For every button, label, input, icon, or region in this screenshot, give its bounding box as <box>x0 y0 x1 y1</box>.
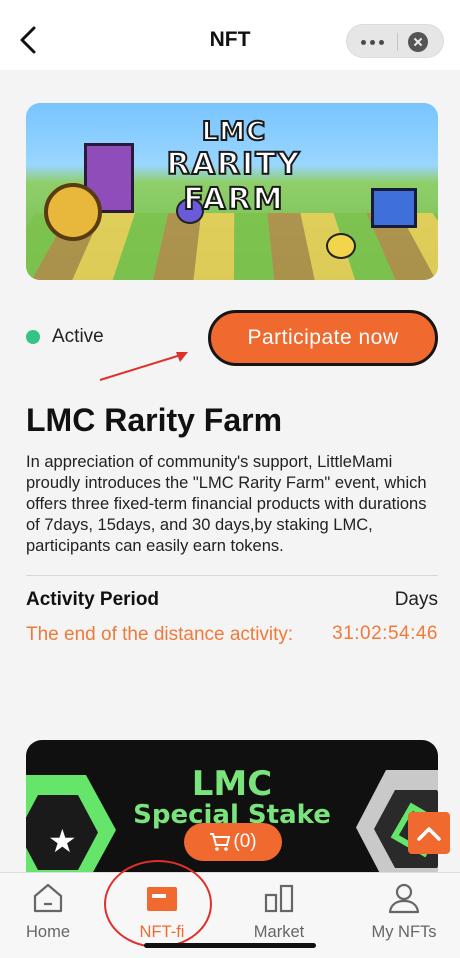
annotation-arrow-icon <box>99 352 188 381</box>
banner-logo: LMC RARITY FARM <box>166 116 302 218</box>
countdown-value: 31:02:54:46 <box>332 623 438 644</box>
countdown-label: The end of the distance activity: <box>26 624 294 645</box>
status-indicator: Active <box>26 326 104 348</box>
tab-my-nfts[interactable]: My NFTs <box>354 881 454 951</box>
activity-period-unit: Days <box>394 589 438 610</box>
market-icon <box>264 884 294 913</box>
divider <box>26 575 438 576</box>
more-icon[interactable] <box>347 25 397 59</box>
header-bar: NFT <box>0 0 460 70</box>
chevron-up-icon <box>417 827 441 841</box>
capsule-divider <box>397 33 398 51</box>
home-icon <box>33 883 63 913</box>
tab-market-label: Market <box>253 923 305 941</box>
scroll-to-top-button[interactable] <box>408 812 450 854</box>
annotation-circle <box>104 860 212 948</box>
banner-machine <box>371 188 417 228</box>
tab-home-label: Home <box>25 923 70 941</box>
mini-program-capsule <box>346 24 444 58</box>
tab-market[interactable]: Market <box>229 881 329 951</box>
close-icon[interactable] <box>408 32 428 52</box>
cart-button[interactable]: (0) <box>184 823 282 861</box>
event-description: In appreciation of community's support, … <box>26 453 427 555</box>
tab-my-nfts-label: My NFTs <box>371 923 437 941</box>
card-title: LMC <box>191 764 273 804</box>
banner-character <box>326 233 356 259</box>
user-icon <box>388 883 420 914</box>
tab-home[interactable]: Home <box>0 881 98 951</box>
banner-coin <box>44 183 102 241</box>
status-dot-icon <box>26 330 40 344</box>
cart-icon <box>210 833 231 851</box>
activity-period-label: Activity Period <box>26 589 160 610</box>
home-indicator <box>144 943 316 948</box>
cart-count: (0) <box>233 831 257 852</box>
status-label: Active <box>52 326 104 347</box>
event-title: LMC Rarity Farm <box>26 402 283 438</box>
participate-now-button[interactable]: Participate now <box>208 310 438 366</box>
event-banner-image[interactable]: LMC RARITY FARM <box>26 103 438 280</box>
